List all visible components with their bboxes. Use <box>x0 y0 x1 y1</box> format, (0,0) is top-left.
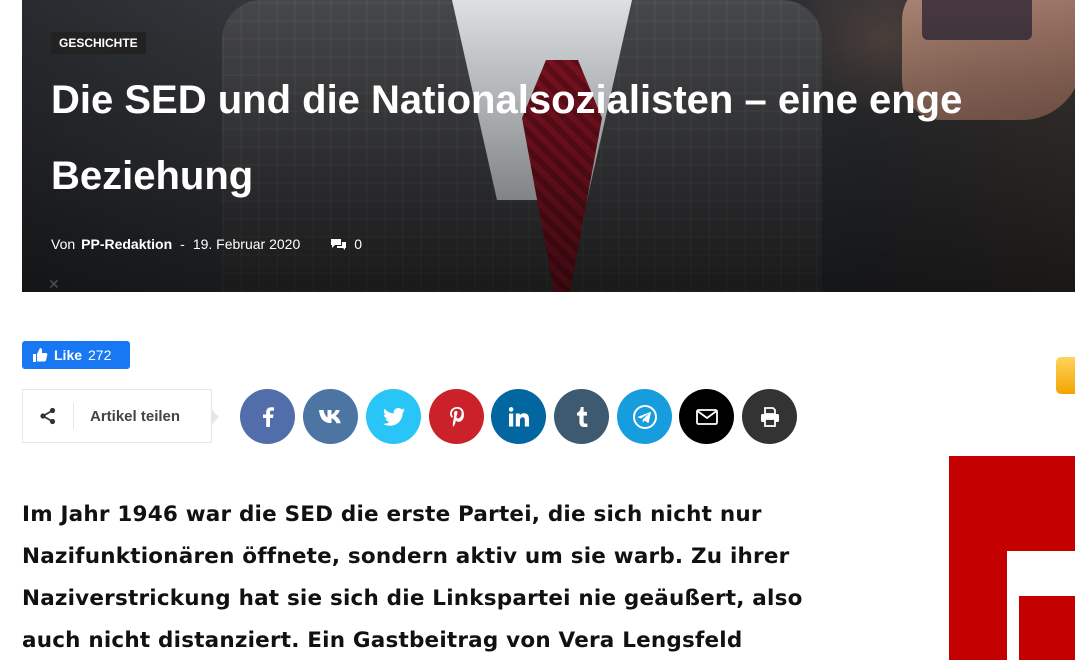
share-icon <box>40 407 56 425</box>
linkedin-icon <box>508 406 529 426</box>
share-facebook-button[interactable] <box>240 389 295 444</box>
share-icon-wrap <box>23 390 73 442</box>
print-icon <box>760 406 779 427</box>
article-lead: Im Jahr 1946 war die SED die erste Parte… <box>22 502 803 653</box>
share-twitter-button[interactable] <box>366 389 421 444</box>
share-divider <box>73 403 74 429</box>
meta-separator: - <box>180 236 185 252</box>
like-count: 272 <box>88 347 112 363</box>
facebook-icon <box>262 406 274 427</box>
share-label-box: Artikel teilen <box>22 389 212 443</box>
like-label: Like <box>54 347 83 363</box>
share-linkedin-button[interactable] <box>491 389 546 444</box>
facebook-like-button[interactable]: Like 272 <box>22 341 130 369</box>
comment-count: 0 <box>354 236 363 252</box>
tumblr-icon <box>576 406 587 427</box>
author-link[interactable]: PP-Redaktion <box>81 236 172 252</box>
share-telegram-button[interactable] <box>617 389 672 444</box>
sidebar-ad-banner[interactable] <box>949 456 1075 660</box>
vk-icon <box>318 409 341 423</box>
email-icon <box>695 408 718 425</box>
close-icon[interactable]: ✕ <box>48 276 60 292</box>
pinterest-icon <box>449 406 464 427</box>
share-email-button[interactable] <box>679 389 734 444</box>
article-meta: Von PP-Redaktion - 19. Februar 2020 0 <box>51 236 362 252</box>
share-label: Artikel teilen <box>90 407 181 425</box>
share-tumblr-button[interactable] <box>554 389 609 444</box>
comments-link[interactable]: 0 <box>330 236 362 252</box>
article-date: 19. Februar 2020 <box>192 236 301 252</box>
hero-image: GESCHICHTE Die SED und die Nationalsozia… <box>22 0 1075 292</box>
telegram-icon <box>632 404 657 429</box>
category-badge[interactable]: GESCHICHTE <box>51 32 146 54</box>
twitter-icon <box>382 407 405 426</box>
thumbs-up-icon <box>33 348 48 362</box>
share-arrow <box>211 409 219 425</box>
by-label: Von <box>51 236 76 252</box>
ad-logo-shape-inner <box>1019 596 1075 660</box>
article-title: Die SED und die Nationalsozialisten – ei… <box>51 78 963 198</box>
sidebar-ad-tab[interactable] <box>1056 357 1075 394</box>
share-vk-button[interactable] <box>303 389 358 444</box>
comments-icon <box>331 238 347 250</box>
share-print-button[interactable] <box>742 389 797 444</box>
share-pinterest-button[interactable] <box>429 389 484 444</box>
